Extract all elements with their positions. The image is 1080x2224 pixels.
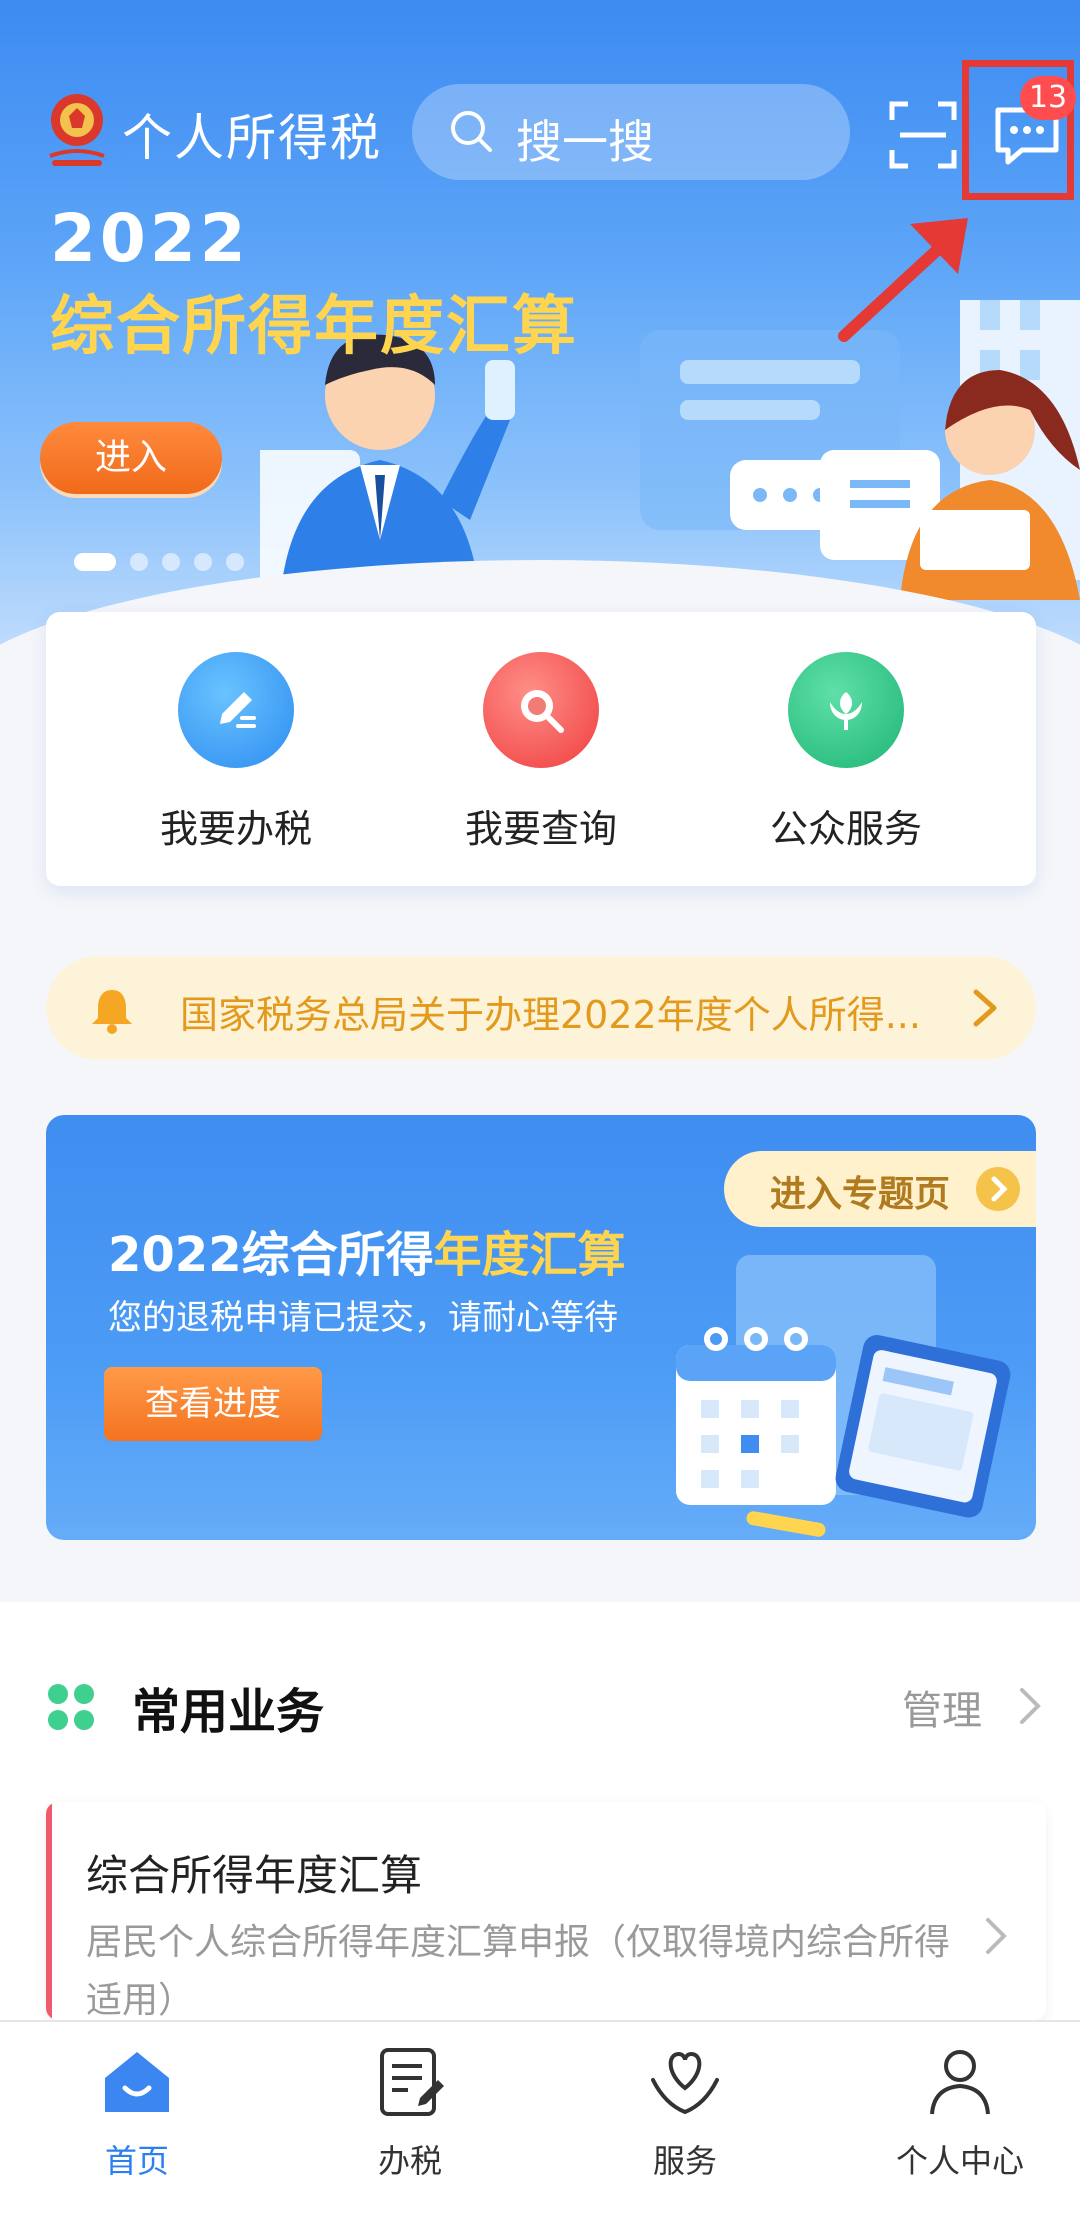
scan-icon[interactable]	[888, 100, 958, 170]
carousel-indicator	[74, 553, 244, 571]
tab-service[interactable]: 服务	[585, 2044, 785, 2182]
red-pointer-arrow	[838, 218, 968, 342]
service-card-description: 居民个人综合所得年度汇算申报（仅取得境内综合所得适用）	[86, 1922, 951, 2020]
tax-emblem-logo	[49, 94, 105, 166]
top-bar: 个人所得税 搜一搜 13	[0, 60, 1080, 200]
quick-action-label: 公众服务	[769, 807, 922, 851]
quick-action-public-service[interactable]: 公众服务	[716, 652, 976, 853]
document-edit-icon	[380, 2048, 444, 2116]
magnifier-icon	[483, 652, 599, 768]
promo-title-highlight: 年度汇算	[433, 1227, 626, 1283]
topic-page-label: 进入专题页	[770, 1174, 951, 1215]
tab-personal-center[interactable]: 个人中心	[860, 2044, 1060, 2182]
home-icon	[105, 2052, 169, 2112]
tab-label: 服务	[652, 2142, 717, 2180]
clover-icon	[48, 1684, 94, 1730]
quick-action-query[interactable]: 我要查询	[411, 652, 671, 853]
app-title: 个人所得税	[122, 109, 382, 167]
quick-actions-card: 我要办税 我要查询 公众服务	[46, 612, 1036, 886]
banner-title: 综合所得年度汇算	[50, 290, 578, 364]
bottom-tab-bar: 首页 办税 服务 个人中心	[0, 2020, 1080, 2224]
common-services-section: 常用业务 管理 综合所得年度汇算 居民个人综合所得年度汇算申报（仅取得境内综合所…	[0, 1602, 1080, 2020]
carousel-dot	[130, 553, 148, 571]
quick-action-label: 我要查询	[464, 807, 617, 851]
search-bar[interactable]: 搜一搜	[412, 84, 850, 180]
banner-year: 2022	[50, 200, 250, 277]
quick-action-file-tax[interactable]: 我要办税	[106, 652, 366, 853]
chevron-right-icon[interactable]	[1018, 1686, 1042, 1726]
tab-file-tax[interactable]: 办税	[310, 2044, 510, 2182]
section-title: 常用业务	[132, 1684, 325, 1740]
carousel-dot	[162, 553, 180, 571]
service-card-title: 综合所得年度汇算	[86, 1851, 423, 1900]
promo-title-part1: 2022综合所得	[108, 1227, 434, 1283]
tab-label: 个人中心	[895, 2142, 1024, 2180]
calendar-tablet-illustration	[676, 1255, 1011, 1537]
service-card-annual-settlement[interactable]: 综合所得年度汇算 居民个人综合所得年度汇算申报（仅取得境内综合所得适用）	[46, 1802, 1046, 2020]
person-icon	[930, 2050, 990, 2115]
hero-banner[interactable]: 个人所得税 搜一搜 13 2022 综合所得年度汇算 进入	[0, 0, 1080, 700]
search-placeholder: 搜一搜	[516, 115, 654, 169]
carousel-dot-active	[74, 553, 116, 571]
chevron-right-icon	[986, 1918, 1007, 1954]
notice-text: 国家税务总局关于办理2022年度个人所得...	[180, 993, 921, 1037]
message-count-badge: 13	[1020, 76, 1076, 120]
carousel-dot	[194, 553, 212, 571]
pencil-icon	[178, 652, 294, 768]
tab-label: 办税	[377, 2142, 442, 2180]
view-progress-button[interactable]: 查看进度	[104, 1367, 322, 1441]
promo-title: 2022综合所得年度汇算	[108, 1215, 626, 1285]
topic-page-tag[interactable]: 进入专题页	[724, 1151, 1036, 1227]
annual-settlement-card[interactable]: 进入专题页 2022综合所得年度汇算 您的退税申请已提交，请耐心等待 查看进度	[46, 1115, 1036, 1540]
manage-link[interactable]: 管理	[902, 1678, 982, 1736]
flower-icon	[788, 652, 904, 768]
tab-label: 首页	[104, 2142, 169, 2180]
banner-enter-button[interactable]: 进入	[40, 422, 222, 494]
search-icon	[451, 111, 492, 152]
tab-home[interactable]: 首页	[37, 2044, 237, 2182]
promo-subtitle: 您的退税申请已提交，请耐心等待	[108, 1298, 618, 1338]
bell-icon	[92, 990, 132, 1034]
quick-action-label: 我要办税	[159, 807, 312, 851]
carousel-dot	[226, 553, 244, 571]
notice-bar[interactable]: 国家税务总局关于办理2022年度个人所得...	[46, 956, 1036, 1060]
chevron-right-icon	[973, 989, 997, 1027]
heart-hands-icon	[651, 2051, 719, 2115]
card-accent-bar	[46, 1802, 52, 2020]
arrow-circle-icon	[976, 1167, 1020, 1211]
